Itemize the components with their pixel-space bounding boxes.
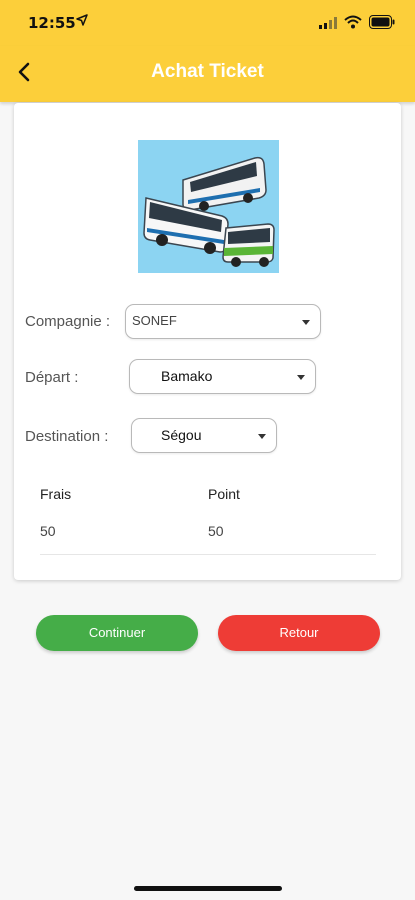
frais-value[interactable]: 50: [40, 523, 56, 539]
compagnie-label: Compagnie :: [25, 313, 111, 330]
app-bar: Achat Ticket: [0, 46, 415, 102]
ticket-form-card: Compagnie : SONEF Départ : Bamako Destin…: [14, 103, 401, 580]
point-label: Point: [208, 486, 240, 502]
destination-label: Destination :: [25, 428, 109, 445]
bus-illustration: [138, 140, 279, 273]
compagnie-value: SONEF: [132, 313, 177, 328]
page-title: Achat Ticket: [151, 61, 264, 82]
frais-underline: [40, 554, 208, 555]
chevron-down-icon: [258, 434, 266, 439]
destination-select[interactable]: Ségou: [131, 418, 277, 453]
chevron-down-icon: [302, 320, 310, 325]
home-indicator: [134, 886, 282, 891]
status-bar: 12:55: [0, 0, 415, 46]
frais-label: Frais: [40, 486, 72, 502]
depart-select[interactable]: Bamako: [129, 359, 316, 394]
point-underline: [208, 554, 376, 555]
battery-icon: [369, 15, 395, 29]
back-action-button[interactable]: Retour: [218, 615, 380, 651]
location-arrow-icon: [76, 14, 88, 26]
continue-button[interactable]: Continuer: [36, 615, 198, 651]
depart-value: Bamako: [161, 368, 213, 384]
status-time: 12:55: [28, 14, 76, 32]
cellular-signal-icon: [319, 17, 337, 29]
depart-label: Départ :: [25, 369, 79, 386]
destination-value: Ségou: [161, 427, 202, 443]
point-value[interactable]: 50: [208, 523, 224, 539]
wifi-icon: [344, 15, 362, 29]
chevron-down-icon: [297, 375, 305, 380]
compagnie-select[interactable]: SONEF: [125, 304, 321, 339]
